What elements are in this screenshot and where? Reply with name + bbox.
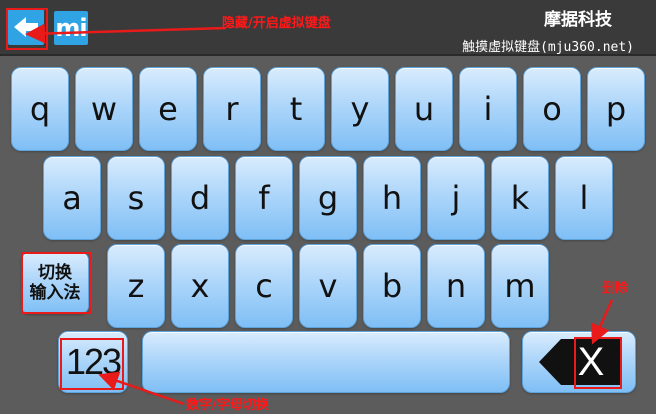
key-q[interactable]: q	[11, 67, 69, 151]
key-w[interactable]: w	[75, 67, 133, 151]
key-s[interactable]: s	[107, 156, 165, 240]
key-c[interactable]: c	[235, 244, 293, 328]
annotation-delete: 删除	[602, 281, 629, 296]
delete-button[interactable]: X	[522, 331, 636, 393]
key-t[interactable]: t	[267, 67, 325, 151]
key-b[interactable]: b	[363, 244, 421, 328]
brand-subtitle: 触摸虚拟键盘(mju360.net)	[462, 40, 634, 55]
switch-ime-label-line1: 切换	[38, 263, 72, 283]
key-o[interactable]: o	[523, 67, 581, 151]
key-l[interactable]: l	[555, 156, 613, 240]
key-y[interactable]: y	[331, 67, 389, 151]
key-i[interactable]: i	[459, 67, 517, 151]
annotation-toggle-keyboard: 隐藏/开启虚拟键盘	[222, 16, 331, 31]
key-r[interactable]: r	[203, 67, 261, 151]
hide-keyboard-button[interactable]	[8, 9, 44, 45]
mi-logo: mi	[54, 11, 88, 45]
key-a[interactable]: a	[43, 156, 101, 240]
key-d[interactable]: d	[171, 156, 229, 240]
key-e[interactable]: e	[139, 67, 197, 151]
delete-label: X	[577, 339, 605, 384]
key-v[interactable]: v	[299, 244, 357, 328]
switch-ime-label-line2: 输入法	[29, 283, 81, 303]
key-x[interactable]: x	[171, 244, 229, 328]
key-k[interactable]: k	[491, 156, 549, 240]
brand: 摩据科技 触摸虚拟键盘(mju360.net)	[394, 5, 634, 55]
key-z[interactable]: z	[107, 244, 165, 328]
key-u[interactable]: u	[395, 67, 453, 151]
key-h[interactable]: h	[363, 156, 421, 240]
space-bar[interactable]	[142, 331, 510, 393]
key-f[interactable]: f	[235, 156, 293, 240]
annotation-num-letter-switch: 数字/字母切换	[186, 398, 269, 413]
back-arrow-icon	[14, 17, 38, 37]
key-m[interactable]: m	[491, 244, 549, 328]
key-j[interactable]: j	[427, 156, 485, 240]
key-g[interactable]: g	[299, 156, 357, 240]
number-letter-toggle-button[interactable]: 123	[58, 331, 128, 393]
key-n[interactable]: n	[427, 244, 485, 328]
switch-input-method-button[interactable]: 切换 输入法	[21, 252, 89, 314]
key-p[interactable]: p	[587, 67, 645, 151]
brand-name: 摩据科技	[544, 10, 612, 30]
